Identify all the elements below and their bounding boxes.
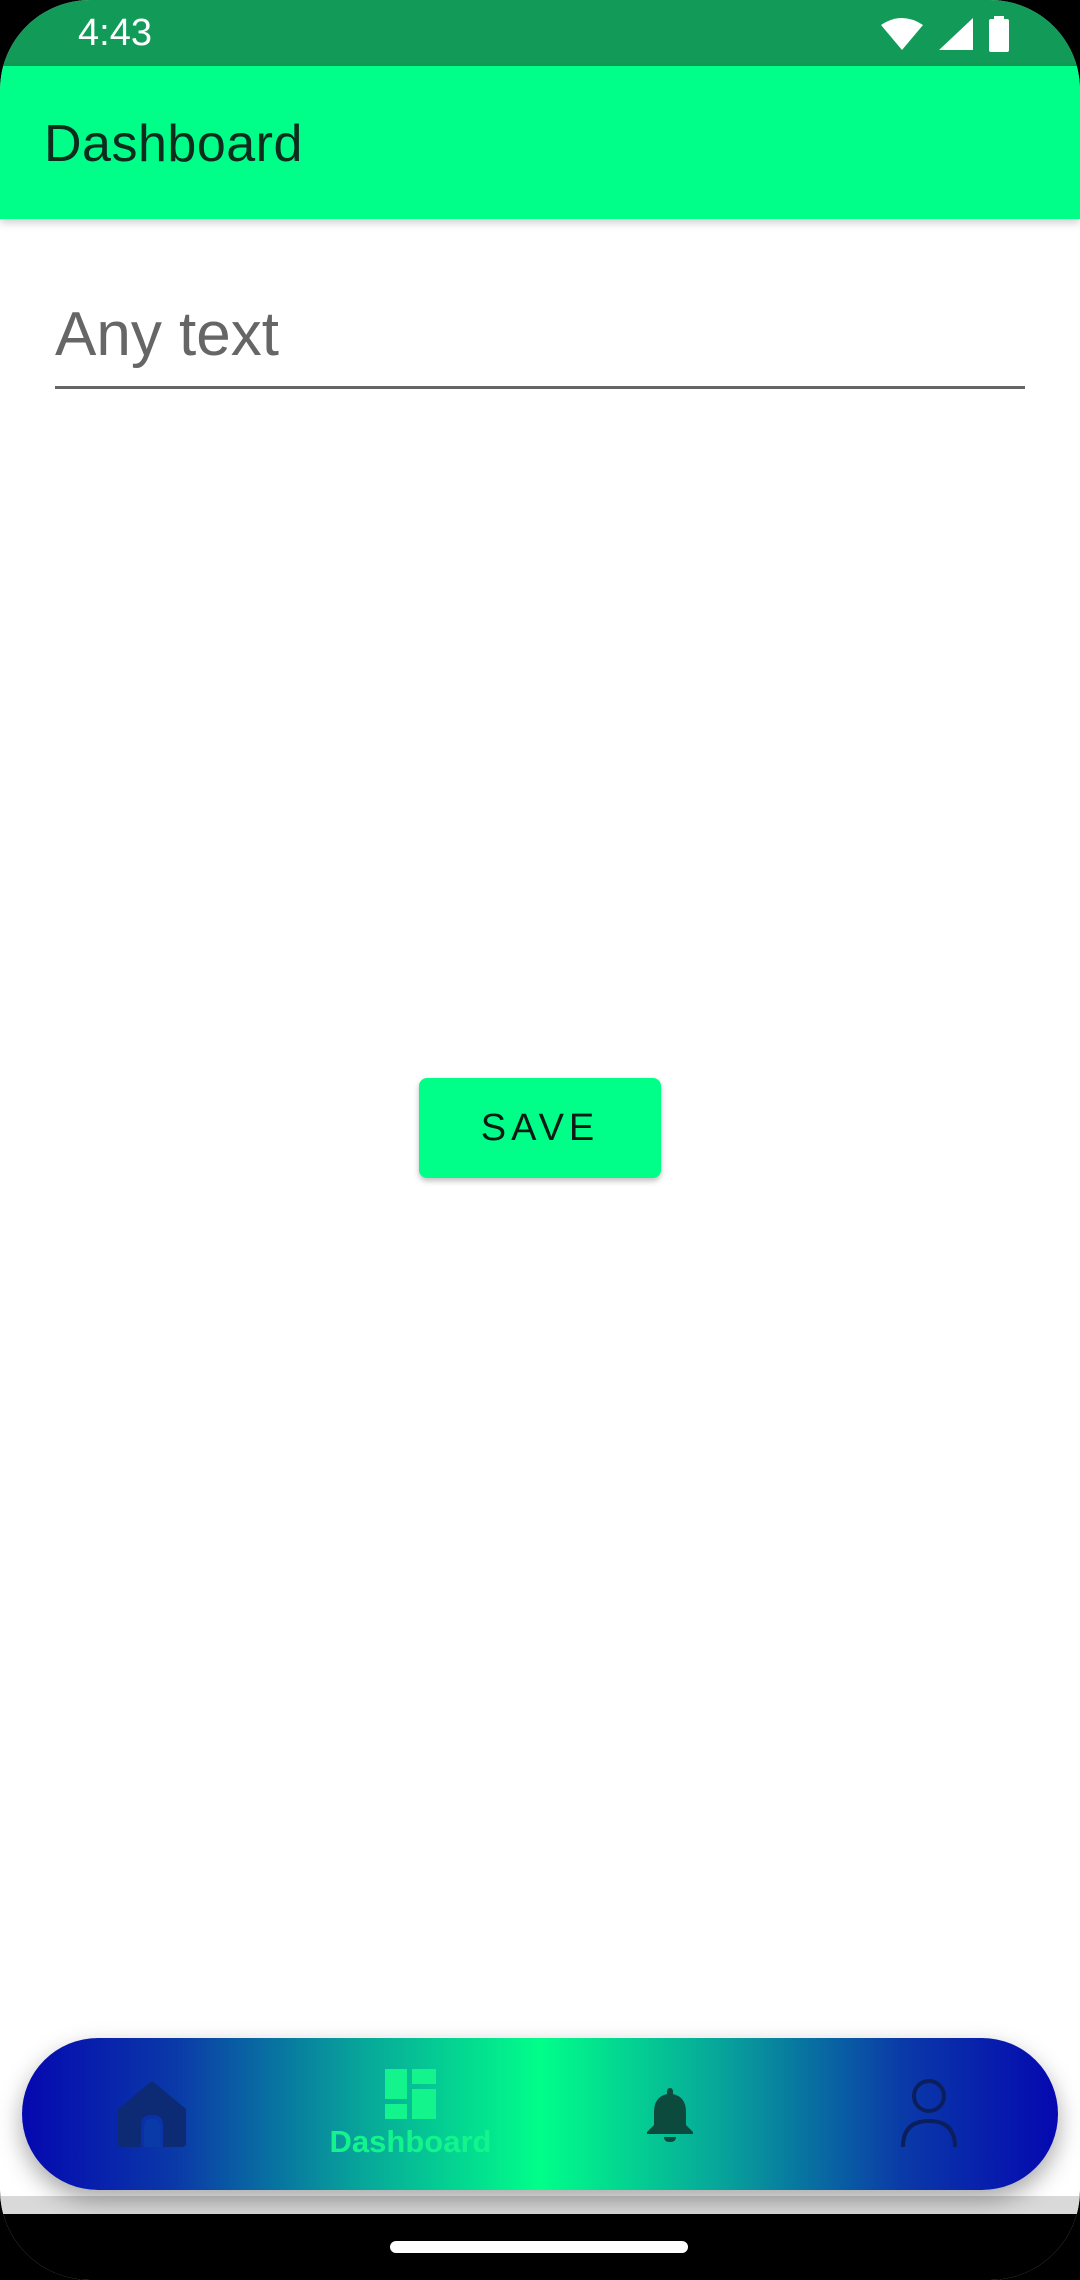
nav-bar-divider xyxy=(0,2196,1080,2214)
nav-label-dashboard: Dashboard xyxy=(329,2124,492,2159)
page-title: Dashboard xyxy=(44,115,303,173)
battery-icon xyxy=(988,16,1010,52)
nav-item-home[interactable] xyxy=(22,2038,281,2190)
home-icon xyxy=(116,2079,188,2149)
nav-item-profile[interactable] xyxy=(799,2038,1058,2190)
bell-icon xyxy=(645,2085,695,2143)
app-bar: Dashboard xyxy=(0,66,1080,219)
dashboard-icon xyxy=(384,2068,438,2120)
text-input-field xyxy=(55,290,1025,389)
person-icon xyxy=(900,2079,958,2149)
status-icons xyxy=(880,16,1010,52)
home-gesture-handle[interactable] xyxy=(390,2241,688,2253)
wifi-icon xyxy=(880,17,924,51)
cellular-signal-icon xyxy=(938,17,974,51)
save-button[interactable]: SAVE xyxy=(419,1078,661,1178)
any-text-input[interactable] xyxy=(55,290,1025,378)
nav-item-notifications[interactable] xyxy=(540,2038,799,2190)
status-time: 4:43 xyxy=(78,12,152,54)
status-bar: 4:43 xyxy=(0,0,1080,66)
bottom-navigation: Dashboard xyxy=(22,2038,1058,2190)
nav-item-dashboard[interactable]: Dashboard xyxy=(281,2038,540,2190)
screen: 4:43 Dashboard Any text SAVE Dashboard xyxy=(0,0,1080,2280)
